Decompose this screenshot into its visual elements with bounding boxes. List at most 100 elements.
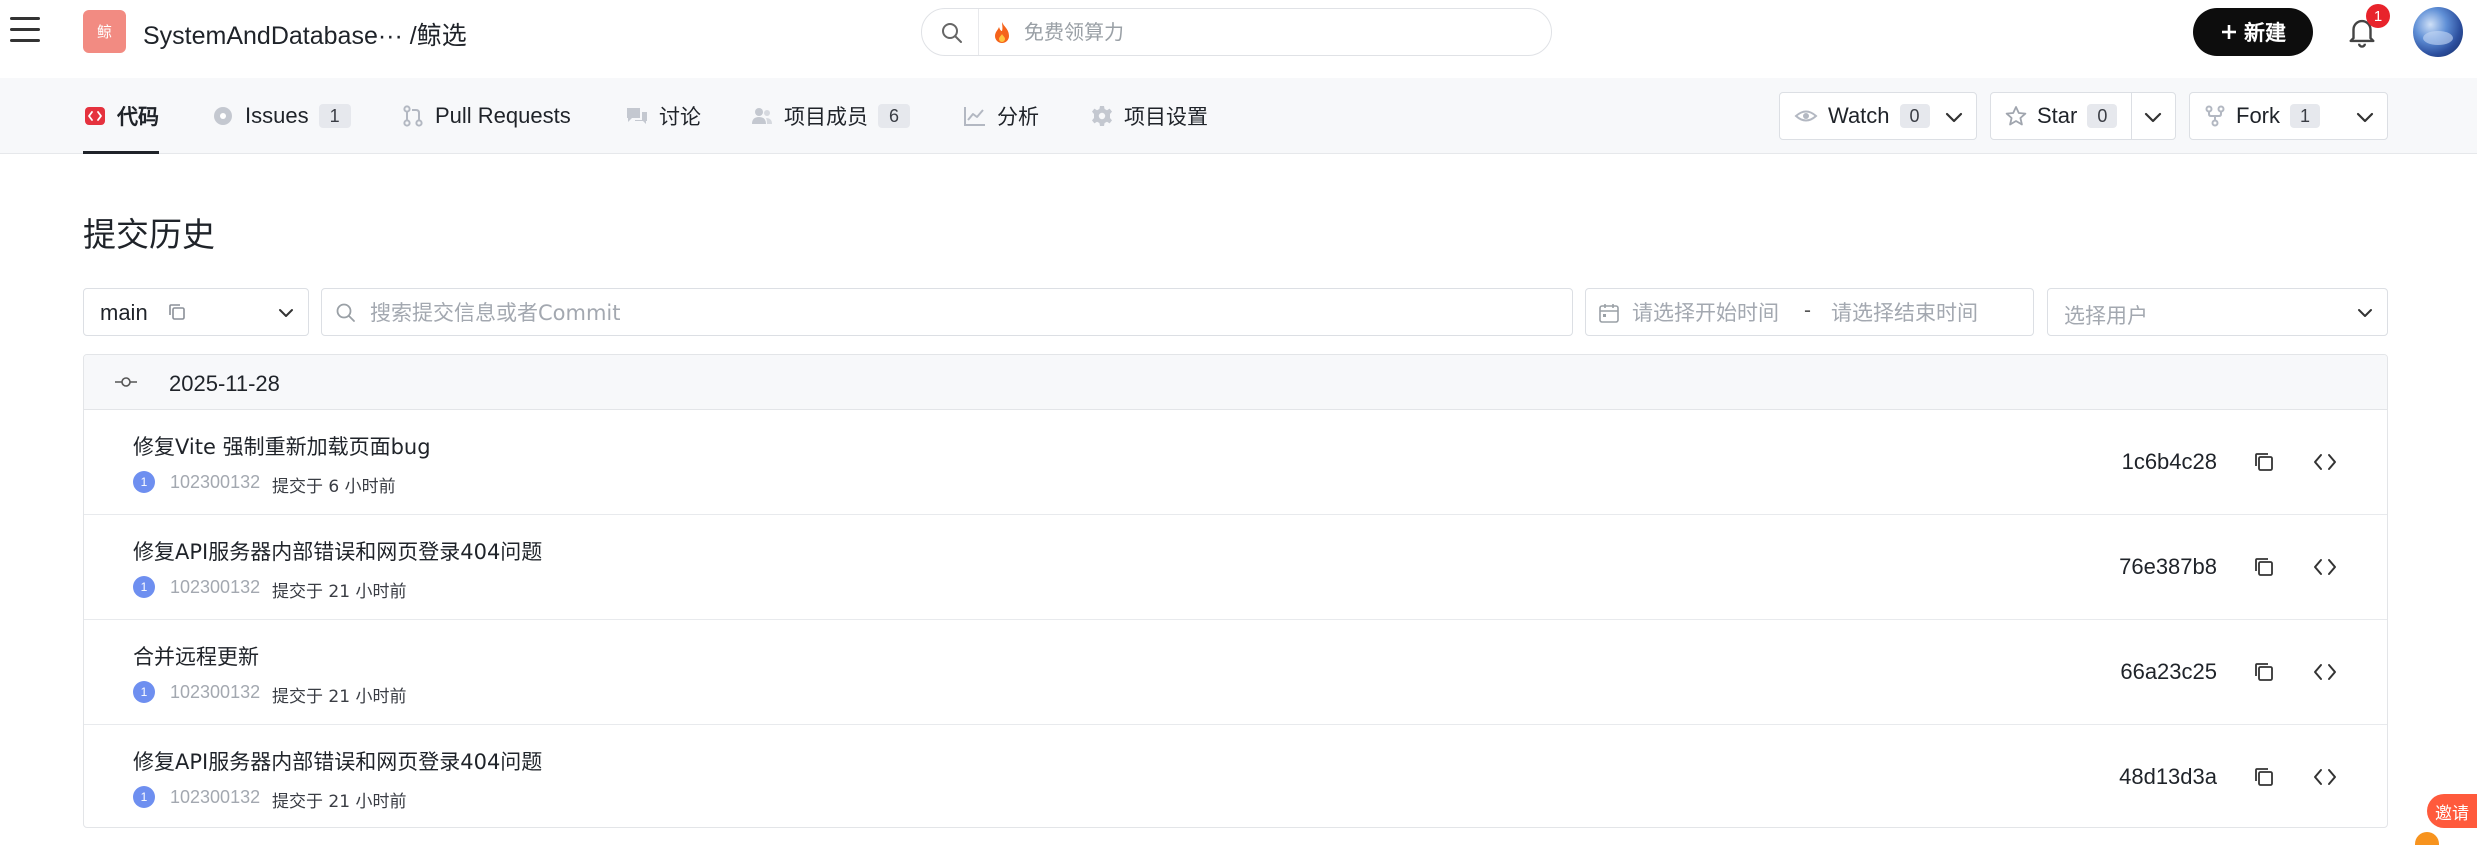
browse-code-icon[interactable] bbox=[2311, 659, 2339, 685]
global-search[interactable] bbox=[921, 8, 1552, 56]
author-avatar[interactable]: 1 bbox=[133, 786, 155, 808]
commit-row: 修复API服务器内部错误和网页登录404问题 1 102300132 提交于 2… bbox=[84, 726, 2387, 827]
invite-mascot bbox=[2415, 832, 2439, 845]
commit-group-header: 2025-11-28 bbox=[84, 355, 2387, 410]
commit-author[interactable]: 102300132 bbox=[170, 472, 260, 493]
commit-time: 提交于 21 小时前 bbox=[272, 687, 407, 707]
copy-icon[interactable] bbox=[2251, 449, 2277, 475]
chevron-down-icon[interactable] bbox=[1942, 105, 1966, 129]
top-bar: 鲸 SystemAndDatabase··· /鲸选 新建 1 bbox=[0, 0, 2477, 64]
menu-icon[interactable] bbox=[10, 17, 42, 47]
page-title: 提交历史 bbox=[83, 215, 215, 254]
global-search-input[interactable] bbox=[1024, 18, 1524, 46]
browse-code-icon[interactable] bbox=[2311, 764, 2339, 790]
pull-request-icon bbox=[401, 104, 425, 128]
commit-sha[interactable]: 1c6b4c28 bbox=[2122, 449, 2217, 475]
tab-issues-label: Issues bbox=[245, 103, 309, 128]
tab-members[interactable]: 项目成员 6 bbox=[750, 78, 910, 154]
copy-icon[interactable] bbox=[2251, 659, 2277, 685]
star-count: 0 bbox=[2087, 104, 2118, 128]
user-select-placeholder: 选择用户 bbox=[2064, 304, 2148, 328]
search-divider bbox=[978, 9, 979, 55]
search-icon bbox=[336, 303, 355, 322]
commit-time: 提交于 21 小时前 bbox=[272, 582, 407, 602]
commit-author[interactable]: 102300132 bbox=[170, 682, 260, 703]
tab-pull-requests-label: Pull Requests bbox=[435, 103, 571, 128]
code-icon bbox=[83, 104, 107, 128]
tab-members-label: 项目成员 bbox=[784, 105, 868, 129]
copy-icon[interactable] bbox=[2251, 554, 2277, 580]
author-avatar[interactable]: 1 bbox=[133, 576, 155, 598]
invite-button[interactable]: 邀请 bbox=[2427, 794, 2477, 828]
date-range-separator: - bbox=[1804, 299, 1811, 322]
commit-row: 合并远程更新 1 102300132 提交于 21 小时前 66a23c25 bbox=[84, 621, 2387, 725]
settings-gear-icon bbox=[1090, 104, 1114, 128]
author-avatar[interactable]: 1 bbox=[133, 471, 155, 493]
commit-search-input[interactable] bbox=[370, 299, 1550, 327]
commit-message[interactable]: 修复Vite 强制重新加载页面bug bbox=[133, 431, 431, 461]
repo-logo[interactable]: 鲸 bbox=[83, 10, 126, 53]
watch-label: Watch bbox=[1828, 103, 1890, 128]
commit-list: 2025-11-28 修复Vite 强制重新加载页面bug 1 10230013… bbox=[83, 354, 2388, 828]
fork-label: Fork bbox=[2236, 103, 2280, 128]
fork-icon bbox=[2205, 105, 2225, 127]
copy-icon[interactable] bbox=[2251, 764, 2277, 790]
tab-code[interactable]: 代码 bbox=[83, 78, 159, 154]
chevron-down-icon[interactable] bbox=[2141, 105, 2165, 129]
commit-sha[interactable]: 48d13d3a bbox=[2119, 764, 2217, 790]
tab-issues[interactable]: Issues 1 bbox=[211, 78, 351, 154]
tab-discussions[interactable]: 讨论 bbox=[625, 78, 701, 154]
commit-search[interactable] bbox=[321, 288, 1573, 336]
commit-message[interactable]: 合并远程更新 bbox=[133, 641, 259, 671]
new-button[interactable]: 新建 bbox=[2193, 8, 2313, 56]
branch-selector[interactable]: main bbox=[83, 288, 309, 336]
notification-badge: 1 bbox=[2366, 4, 2390, 28]
commit-message[interactable]: 修复API服务器内部错误和网页登录404问题 bbox=[133, 536, 542, 566]
commit-node-icon bbox=[115, 377, 137, 387]
star-split-divider bbox=[2131, 93, 2132, 139]
browse-code-icon[interactable] bbox=[2311, 449, 2339, 475]
members-icon bbox=[750, 104, 774, 128]
branch-name: main bbox=[100, 300, 148, 325]
star-button[interactable]: Star 0 bbox=[1990, 92, 2176, 140]
commit-author[interactable]: 102300132 bbox=[170, 787, 260, 808]
star-icon bbox=[2005, 106, 2027, 126]
watch-button[interactable]: Watch 0 bbox=[1779, 92, 1977, 140]
fork-button[interactable]: Fork 1 bbox=[2189, 92, 2388, 140]
chevron-down-icon bbox=[279, 309, 293, 317]
end-date-input[interactable] bbox=[1831, 299, 2021, 327]
repo-title[interactable]: SystemAndDatabase··· /鲸选 bbox=[143, 16, 467, 52]
date-range-picker[interactable]: - bbox=[1585, 288, 2034, 336]
new-button-label: 新建 bbox=[2244, 21, 2286, 45]
tab-analytics-label: 分析 bbox=[997, 105, 1039, 129]
browse-code-icon[interactable] bbox=[2311, 554, 2339, 580]
commit-sha[interactable]: 66a23c25 bbox=[2120, 659, 2217, 685]
search-icon bbox=[942, 23, 962, 43]
author-avatar[interactable]: 1 bbox=[133, 681, 155, 703]
commit-row: 修复Vite 强制重新加载页面bug 1 102300132 提交于 6 小时前… bbox=[84, 411, 2387, 515]
members-count-badge: 6 bbox=[878, 104, 910, 128]
commit-row: 修复API服务器内部错误和网页登录404问题 1 102300132 提交于 2… bbox=[84, 516, 2387, 620]
user-select[interactable]: 选择用户 bbox=[2047, 288, 2388, 336]
calendar-icon bbox=[1599, 304, 1619, 323]
start-date-input[interactable] bbox=[1632, 299, 1798, 327]
analytics-icon bbox=[963, 104, 987, 128]
tab-settings[interactable]: 项目设置 bbox=[1090, 78, 1208, 154]
commit-author[interactable]: 102300132 bbox=[170, 577, 260, 598]
commit-time: 提交于 6 小时前 bbox=[272, 477, 396, 497]
watch-eye-icon bbox=[1794, 110, 1818, 122]
chevron-down-icon[interactable] bbox=[2353, 105, 2377, 129]
fire-icon bbox=[995, 22, 1009, 43]
user-avatar[interactable] bbox=[2413, 7, 2463, 57]
commit-message[interactable]: 修复API服务器内部错误和网页登录404问题 bbox=[133, 746, 542, 776]
copy-icon[interactable] bbox=[167, 302, 187, 322]
commit-sha[interactable]: 76e387b8 bbox=[2119, 554, 2217, 580]
issue-icon bbox=[211, 104, 235, 128]
commit-time: 提交于 21 小时前 bbox=[272, 792, 407, 812]
tab-analytics[interactable]: 分析 bbox=[963, 78, 1039, 154]
plus-icon bbox=[2222, 25, 2236, 39]
tab-pull-requests[interactable]: Pull Requests bbox=[401, 78, 571, 154]
tab-settings-label: 项目设置 bbox=[1124, 105, 1208, 129]
star-label: Star bbox=[2037, 103, 2078, 128]
discussion-icon bbox=[625, 104, 649, 128]
